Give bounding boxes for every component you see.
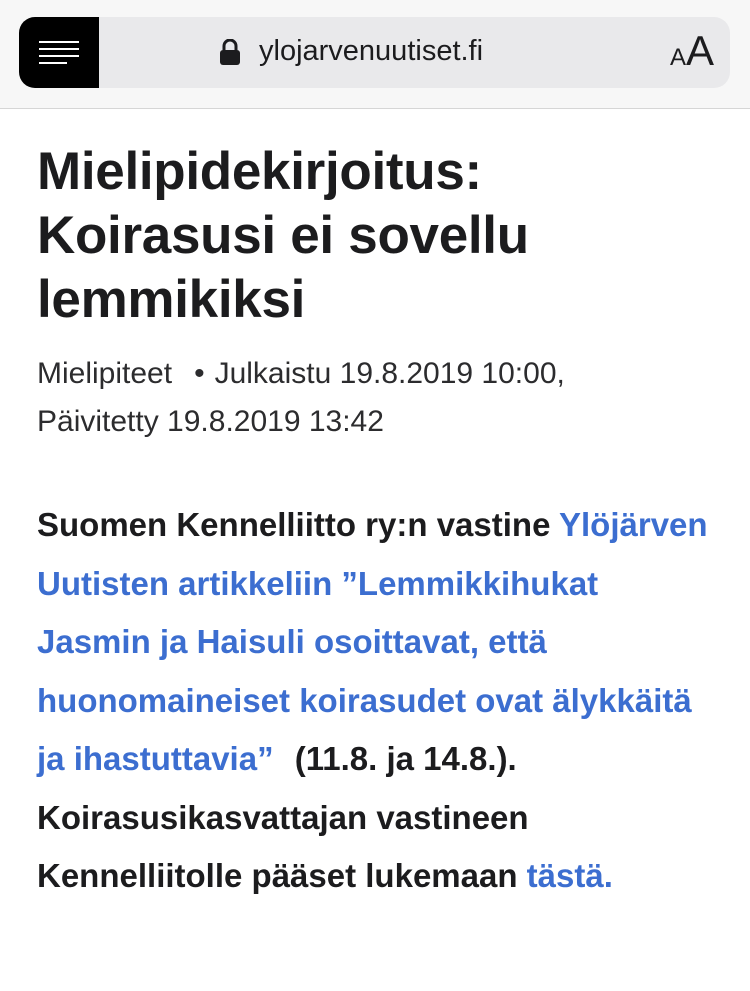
referenced-article-link[interactable]: Ylöjärven Uutisten artikkeliin ”Lemmikki… (37, 506, 708, 777)
text-size-small: A (669, 44, 686, 71)
dates-text: (11.8. ja 14.8.). (294, 740, 517, 777)
article-title: Mielipidekirjoitus: Koirasusi ei sovellu… (37, 142, 529, 329)
address-bar[interactable]: ylojarvenuutiset.fi A A (19, 17, 730, 88)
category-link[interactable]: Mielipiteet (37, 357, 172, 390)
article-meta: Mielipiteet • Julkaistu 19.8.2019 10:00, P… (37, 350, 717, 446)
menu-icon (39, 41, 79, 69)
lock-icon (219, 38, 241, 65)
browser-toolbar: ylojarvenuutiset.fi A A (0, 0, 750, 109)
here-link[interactable]: tästä. (527, 857, 613, 894)
menu-button[interactable] (19, 17, 99, 88)
url-display[interactable]: ylojarvenuutiset.fi (219, 35, 483, 68)
text-size-icon[interactable]: A A (670, 27, 714, 75)
continuation-text: Koirasusikasvattajan vastineen Kennellii… (37, 798, 529, 895)
article-body: Suomen Kennelliitto ry:n vastine Ylöjärv… (37, 496, 717, 906)
meta-separator: • (194, 357, 205, 390)
text-size-big: A (685, 27, 714, 74)
published-date: Julkaistu 19.8.2019 10:00, (214, 357, 565, 390)
article: Mielipidekirjoitus: Koirasusi ei sovellu… (37, 140, 717, 906)
updated-date: Päivitetty 19.8.2019 13:42 (37, 405, 384, 438)
intro-text: Suomen Kennelliitto ry:n vastine (37, 506, 551, 543)
url-text: ylojarvenuutiset.fi (259, 35, 484, 67)
